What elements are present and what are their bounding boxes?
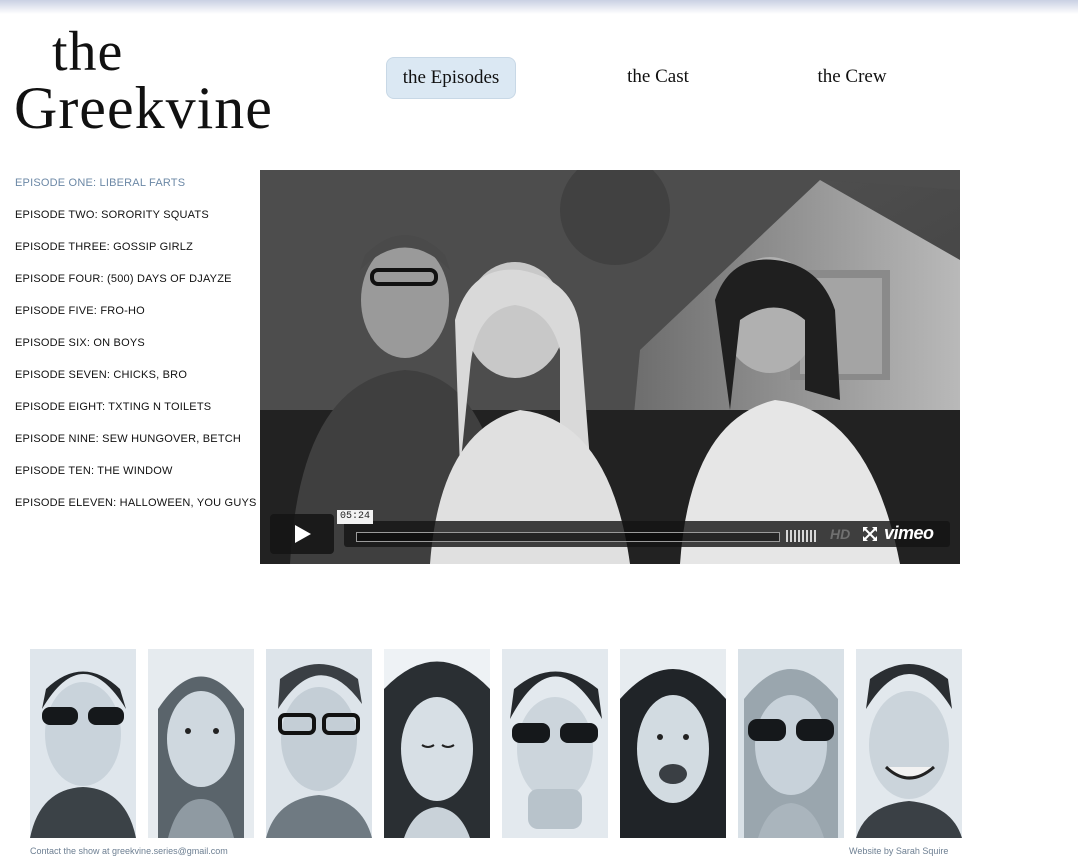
cast-photo-6[interactable] [620,649,726,838]
cast-photo-7[interactable] [738,649,844,838]
episode-link-5[interactable]: EPISODE FIVE: FRO-HO [15,300,257,332]
episode-link-10[interactable]: EPISODE TEN: THE WINDOW [15,460,257,492]
video-player[interactable]: 05:24 HD vimeo [260,170,960,564]
progress-bar[interactable] [356,532,780,542]
episode-link-9[interactable]: EPISODE NINE: SEW HUNGOVER, BETCH [15,428,257,460]
volume-icon[interactable] [786,529,820,542]
episode-link-2[interactable]: EPISODE TWO: SORORITY SQUATS [15,204,257,236]
nav-tab-crew[interactable]: the Crew [796,57,908,97]
cast-photo-1[interactable] [30,649,136,838]
episode-link-6[interactable]: EPISODE SIX: ON BOYS [15,332,257,364]
player-controls: 05:24 HD vimeo [270,510,950,554]
cast-photo-5[interactable] [502,649,608,838]
cast-photo-2[interactable] [148,649,254,838]
play-button[interactable] [270,514,334,554]
vimeo-logo[interactable]: vimeo [884,523,934,544]
footer-contact[interactable]: Contact the show at greekvine.series@gma… [30,846,228,856]
play-icon [295,525,311,543]
cast-photo-3[interactable] [266,649,372,838]
nav-tab-cast[interactable]: the Cast [606,57,710,97]
video-frame [260,170,960,564]
top-gradient-bar [0,0,1078,14]
episode-link-3[interactable]: EPISODE THREE: GOSSIP GIRLZ [15,236,257,268]
episode-list: EPISODE ONE: LIBERAL FARTS EPISODE TWO: … [15,172,257,524]
episode-link-8[interactable]: EPISODE EIGHT: TXTING N TOILETS [15,396,257,428]
episode-link-4[interactable]: EPISODE FOUR: (500) DAYS OF DJAYZE [15,268,257,300]
hd-toggle[interactable]: HD [830,526,850,542]
episode-link-7[interactable]: EPISODE SEVEN: CHICKS, BRO [15,364,257,396]
cast-photo-4[interactable] [384,649,490,838]
cast-photo-strip [30,649,962,839]
episode-link-1[interactable]: EPISODE ONE: LIBERAL FARTS [15,172,257,204]
main-nav: the Episodes the Cast the Crew [0,57,1078,99]
cast-photo-8[interactable] [856,649,962,838]
footer-credit[interactable]: Website by Sarah Squire [849,846,948,856]
fullscreen-icon[interactable] [862,526,878,542]
nav-tab-episodes[interactable]: the Episodes [386,57,516,99]
duration-label: 05:24 [337,510,374,524]
episode-link-11[interactable]: EPISODE ELEVEN: HALLOWEEN, YOU GUYS [15,492,257,524]
